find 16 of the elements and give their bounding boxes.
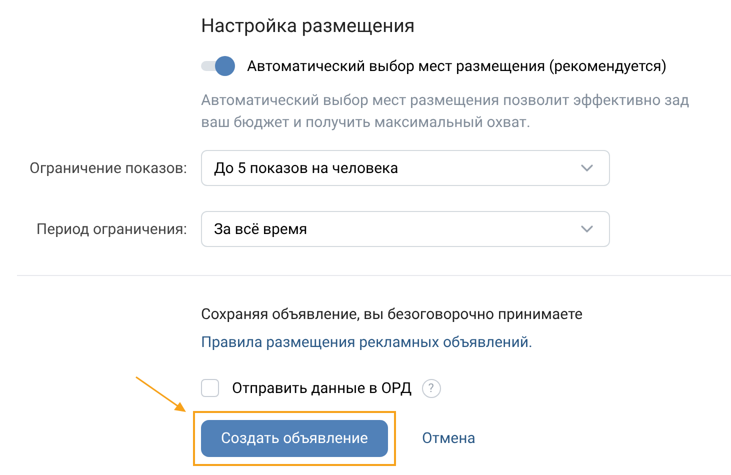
rules-link[interactable]: Правила размещения рекламных объявлений. — [201, 330, 532, 353]
field-label: Ограничение показов: — [30, 158, 187, 179]
field-label: Период ограничения: — [36, 218, 187, 240]
agreement-text: Сохраняя объявление, вы безоговорочно принимаете — [201, 304, 584, 325]
checkbox-label: Отправить данные в ОРД — [232, 378, 412, 399]
hint-text: Автоматический выбор мест размещения позволит эффективно зад — [201, 90, 690, 111]
hint-text: ваш бюджет и получить максимальный охват. — [201, 112, 532, 133]
toggle-switch[interactable] — [201, 56, 235, 76]
checkbox[interactable] — [201, 379, 219, 398]
cancel-button[interactable]: Отмена — [422, 426, 476, 450]
arrow-icon — [134, 375, 188, 415]
toggle-label: Автоматический выбор мест размещения (рекомендуется) — [247, 56, 667, 76]
section-title: Настройка размещения — [201, 13, 416, 39]
dropdown-field[interactable]: До 5 показов на человека — [201, 150, 610, 186]
dropdown-field[interactable]: За всё время — [201, 211, 610, 247]
create-ad-button[interactable]: Создать объявление — [201, 420, 388, 456]
